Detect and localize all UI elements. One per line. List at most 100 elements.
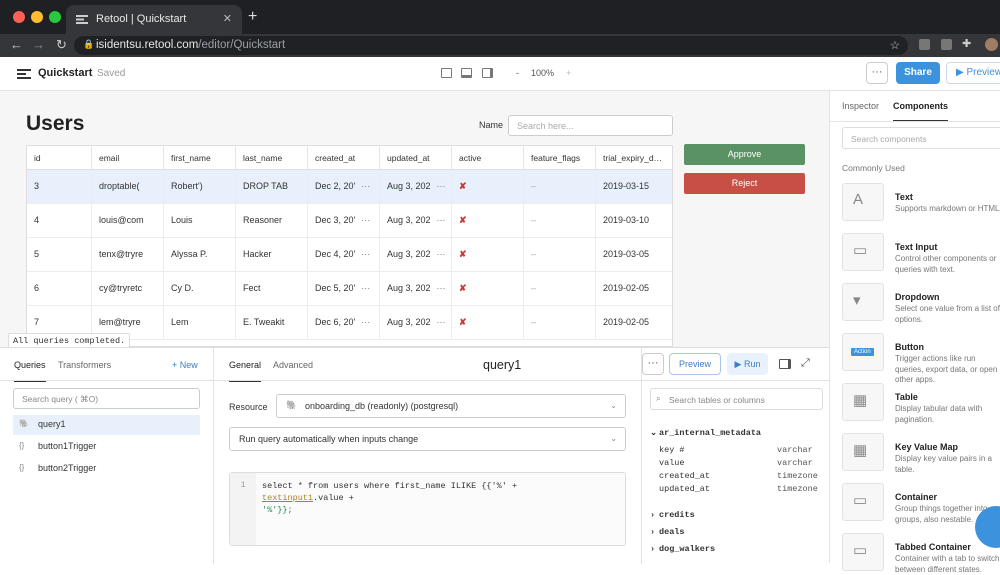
chevron-right-icon[interactable]: › (650, 527, 655, 537)
query-more-button[interactable]: ··· (642, 353, 664, 375)
table-cell[interactable]: Cy D. (164, 272, 236, 306)
table-cell[interactable]: ✘ (452, 238, 524, 272)
schema-table-name[interactable]: deals (659, 527, 685, 537)
sql-code-editor[interactable]: 1 select * from users where first_name I… (229, 472, 626, 546)
table-cell[interactable]: Alyssa P. (164, 238, 236, 272)
table-cell[interactable]: Aug 3, 202 ··· (380, 306, 452, 340)
table-cell[interactable]: cy@tryretc (92, 272, 164, 306)
component-text-input-icon[interactable]: ▭ (842, 233, 884, 271)
preview-app-button[interactable]: ▶ Preview (946, 62, 1000, 84)
table-cell[interactable]: Aug 3, 202 ··· (380, 170, 452, 204)
component-table-icon[interactable]: ▦ (842, 383, 884, 421)
query-preview-button[interactable]: Preview (669, 353, 721, 375)
zoom-out-button[interactable]: - (516, 68, 519, 78)
table-cell[interactable]: – (524, 238, 596, 272)
table-cell[interactable]: 5 (27, 238, 92, 272)
component-tabbed-container-icon[interactable]: ▭ (842, 533, 884, 571)
table-cell[interactable]: 4 (27, 204, 92, 238)
maximize-window-button[interactable] (49, 11, 61, 23)
table-cell[interactable]: 2019-02-05 (596, 306, 672, 340)
table-cell[interactable]: E. Tweakit (236, 306, 308, 340)
left-panel-toggle-icon[interactable] (441, 68, 452, 78)
minimize-window-button[interactable] (31, 11, 43, 23)
table-cell[interactable]: Dec 6, 20' ··· (308, 306, 380, 340)
tab-advanced[interactable]: Advanced (273, 360, 313, 370)
table-cell[interactable]: 3 (27, 170, 92, 204)
new-query-button[interactable]: + New (172, 360, 198, 370)
close-window-button[interactable] (13, 11, 25, 23)
table-cell[interactable]: ✘ (452, 306, 524, 340)
zoom-in-button[interactable]: + (566, 68, 571, 78)
query-name[interactable]: query1 (483, 358, 521, 372)
table-cell[interactable]: – (524, 204, 596, 238)
back-icon[interactable]: ← (10, 37, 23, 52)
table-cell[interactable]: Aug 3, 202 ··· (380, 204, 452, 238)
more-options-button[interactable]: ··· (866, 62, 888, 84)
extensions-puzzle-icon[interactable]: ✚ (962, 37, 971, 50)
query-search-input[interactable]: Search query ( ⌘O) (13, 388, 200, 409)
table-cell[interactable]: – (524, 170, 596, 204)
profile-avatar[interactable] (985, 38, 998, 51)
trigger-mode-select[interactable]: Run query automatically when inputs chan… (229, 427, 626, 451)
table-cell[interactable]: 6 (27, 272, 92, 306)
bottom-panel-toggle-icon[interactable] (461, 68, 472, 78)
component-button-icon[interactable]: Action (842, 333, 884, 371)
table-cell[interactable]: ✘ (452, 272, 524, 306)
table-cell[interactable]: 2019-03-05 (596, 238, 672, 272)
column-header[interactable]: first_name (164, 146, 236, 170)
query-item-button1trigger[interactable]: {} button1Trigger (13, 437, 200, 457)
column-header[interactable]: id (27, 146, 92, 170)
schema-table-name[interactable]: dog_walkers (659, 544, 715, 554)
table-cell[interactable]: Dec 3, 20' ··· (308, 204, 380, 238)
approve-button[interactable]: Approve (684, 144, 805, 165)
run-query-button[interactable]: ▶ Run (727, 353, 768, 375)
query-item-query1[interactable]: 🐘 query1 (13, 415, 200, 435)
reject-button[interactable]: Reject (684, 173, 805, 194)
table-cell[interactable]: louis@com (92, 204, 164, 238)
schema-table-name[interactable]: credits (659, 510, 695, 520)
tab-queries[interactable]: Queries (14, 360, 46, 382)
app-name[interactable]: Quickstart (38, 67, 92, 79)
chevron-down-icon[interactable]: ⌄ (650, 428, 657, 438)
table-cell[interactable]: Fect (236, 272, 308, 306)
tab-close-icon[interactable]: ✕ (223, 12, 232, 25)
resource-select[interactable]: 🐘 onboarding_db (readonly) (postgresql) … (276, 394, 626, 418)
name-search-input[interactable]: Search here... (508, 115, 673, 136)
table-cell[interactable]: ✘ (452, 204, 524, 238)
component-container-icon[interactable]: ▭ (842, 483, 884, 521)
column-header[interactable]: updated_at (380, 146, 452, 170)
table-cell[interactable]: Reasoner (236, 204, 308, 238)
table-cell[interactable]: 2019-03-15 (596, 170, 672, 204)
table-cell[interactable]: Robert') (164, 170, 236, 204)
table-cell[interactable]: 2019-02-05 (596, 272, 672, 306)
tab-components[interactable]: Components (893, 101, 948, 122)
extension-g-icon[interactable] (919, 39, 930, 50)
forward-icon[interactable]: → (32, 37, 45, 52)
table-cell[interactable]: – (524, 306, 596, 340)
component-search-input[interactable]: Search components (842, 127, 1000, 149)
table-cell[interactable]: 2019-03-10 (596, 204, 672, 238)
table-cell[interactable]: Hacker (236, 238, 308, 272)
table-cell[interactable]: ✘ (452, 170, 524, 204)
schema-table-name[interactable]: ar_internal_metadata (659, 428, 761, 438)
bookmark-star-icon[interactable]: ☆ (890, 38, 900, 52)
component-key-value-map-icon[interactable]: ▦ (842, 433, 884, 471)
tab-inspector[interactable]: Inspector (842, 101, 879, 111)
table-cell[interactable]: Aug 3, 202 ··· (380, 272, 452, 306)
expand-icon[interactable]: ⤢ (801, 357, 810, 370)
table-cell[interactable]: tenx@tryre (92, 238, 164, 272)
column-header[interactable]: active (452, 146, 524, 170)
column-header[interactable]: feature_flags (524, 146, 596, 170)
table-cell[interactable]: Dec 5, 20' ··· (308, 272, 380, 306)
toggle-panel-icon[interactable] (779, 359, 791, 369)
share-button[interactable]: Share (896, 62, 940, 84)
tab-general[interactable]: General (229, 360, 262, 382)
column-header[interactable]: trial_expiry_d… (596, 146, 672, 170)
query-item-button2trigger[interactable]: {} button2Trigger (13, 459, 200, 479)
column-header[interactable]: last_name (236, 146, 308, 170)
retool-logo-icon[interactable] (17, 69, 31, 79)
table-cell[interactable]: Louis (164, 204, 236, 238)
column-header[interactable]: email (92, 146, 164, 170)
chevron-right-icon[interactable]: › (650, 544, 655, 554)
browser-tab[interactable]: Retool | Quickstart ✕ (66, 5, 242, 34)
